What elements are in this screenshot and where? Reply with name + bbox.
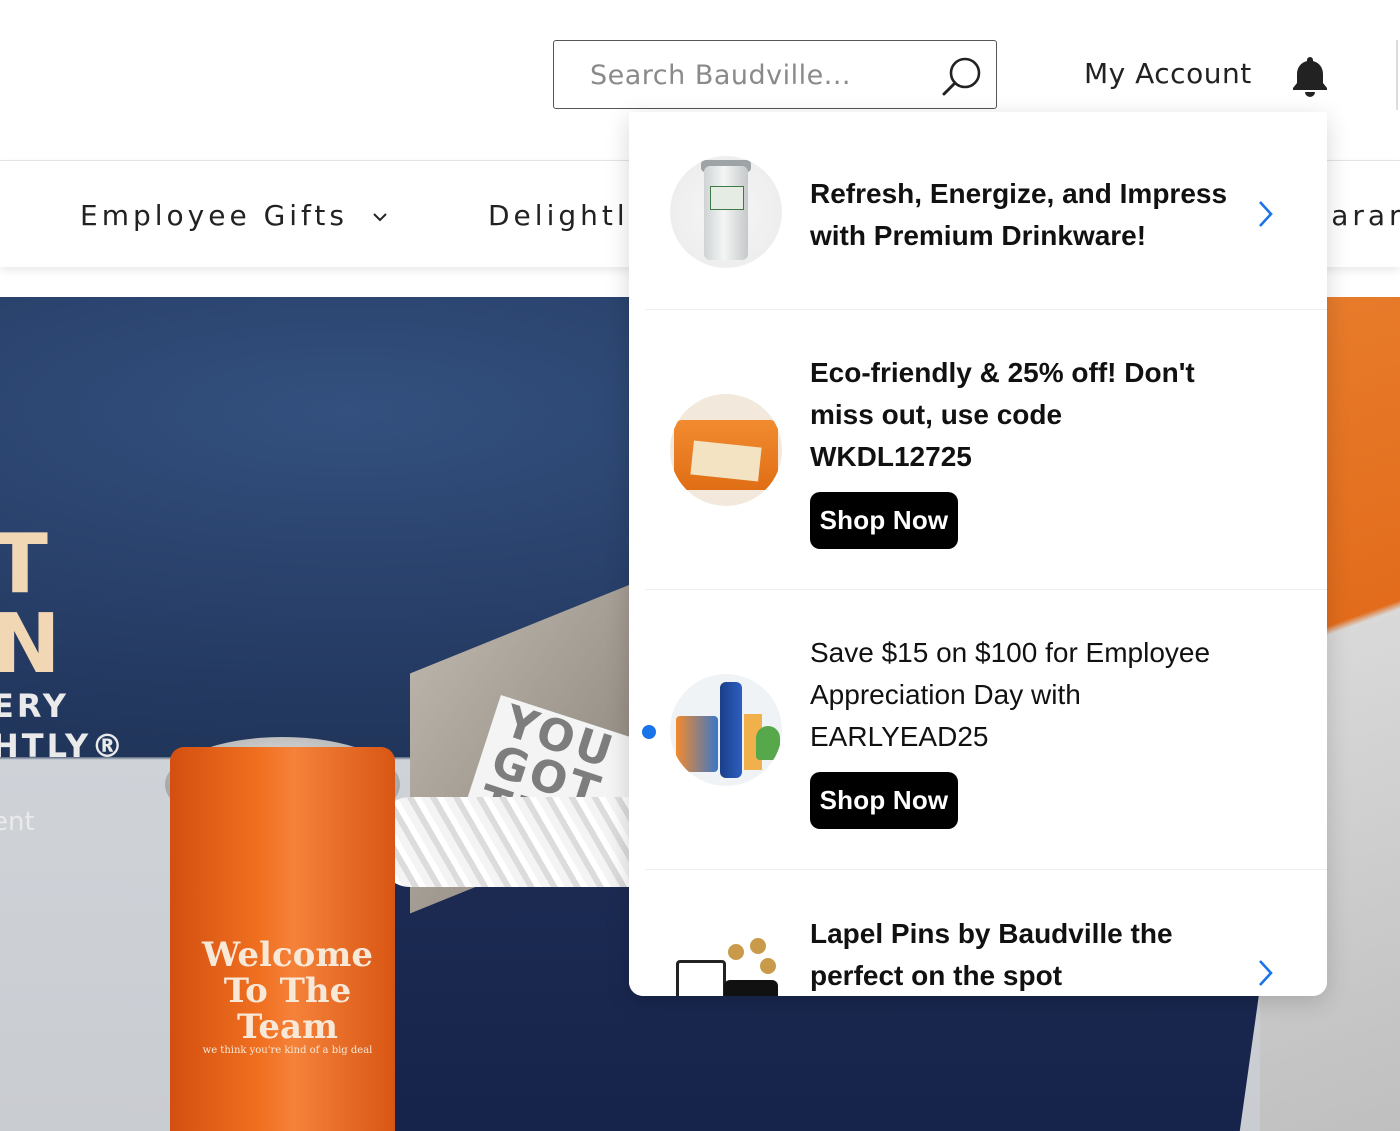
chevron-right-icon[interactable] [1257, 958, 1275, 988]
notification-item[interactable]: Save $15 on $100 for Employee Appreciati… [629, 590, 1327, 870]
chevron-right-icon[interactable] [1257, 199, 1275, 229]
unread-indicator [642, 725, 656, 739]
pin-box-shape [724, 980, 778, 996]
kit-box-shape [676, 716, 718, 772]
notification-title: Save $15 on $100 for Employee Appreciati… [810, 637, 1211, 752]
teamwork-bag-thumbnail-icon [670, 394, 782, 506]
search-icon[interactable] [940, 54, 984, 98]
pin-shape [728, 944, 744, 960]
hero-subline: HTLY® [0, 727, 127, 765]
appreciation-kit-thumbnail-icon [670, 674, 782, 786]
notification-title: Refresh, Energize, and Impress with Prem… [810, 178, 1228, 251]
shop-now-button[interactable]: Shop Now [810, 772, 958, 829]
drinkware-thumbnail-icon [670, 156, 782, 268]
nav-item-label: Employee Gifts [80, 199, 348, 232]
header-divider [1396, 40, 1398, 110]
pin-case-shape [676, 960, 726, 996]
hero-caption: ent [0, 807, 35, 837]
pin-shape [750, 938, 766, 954]
nav-item-delightfully[interactable]: Delightl [488, 199, 629, 232]
cup-label-shape [710, 186, 744, 210]
shop-now-button[interactable]: Shop Now [810, 492, 958, 549]
bell-icon[interactable] [1290, 54, 1330, 98]
notification-title: Eco-friendly & 25% off! Don't miss out, … [810, 357, 1195, 472]
nav-item-label: Delightl [488, 199, 629, 232]
tumbler-print-title: Welcome To The Team [202, 935, 373, 1047]
kit-plant-shape [756, 726, 780, 760]
my-account-link[interactable]: My Account [1084, 57, 1252, 90]
cup-body-shape [704, 166, 748, 260]
search-input[interactable] [588, 41, 932, 109]
notification-title: Lapel Pins by Baudville the perfect on t… [810, 918, 1173, 991]
nav-item-employee-gifts[interactable]: Employee Gifts [80, 199, 389, 232]
notifications-dropdown: Refresh, Energize, and Impress with Prem… [629, 112, 1327, 996]
notification-item[interactable]: Lapel Pins by Baudville the perfect on t… [629, 870, 1327, 996]
notification-item[interactable]: Refresh, Energize, and Impress with Prem… [629, 112, 1327, 310]
bag-label-shape [690, 440, 762, 482]
chevron-down-icon [373, 213, 387, 222]
hero-subline: ERY [0, 687, 69, 725]
kit-bottle-shape [720, 682, 742, 778]
pin-shape [760, 958, 776, 974]
lapel-pins-thumbnail-icon [670, 918, 782, 996]
hero-headline-line: N [0, 597, 61, 692]
notification-item[interactable]: Eco-friendly & 25% off! Don't miss out, … [629, 310, 1327, 590]
search-bar[interactable] [553, 40, 997, 109]
tumbler-print: Welcome To The Team we think you're kind… [200, 937, 375, 1056]
tumbler-print-small: we think you're kind of a big deal [202, 1045, 373, 1056]
